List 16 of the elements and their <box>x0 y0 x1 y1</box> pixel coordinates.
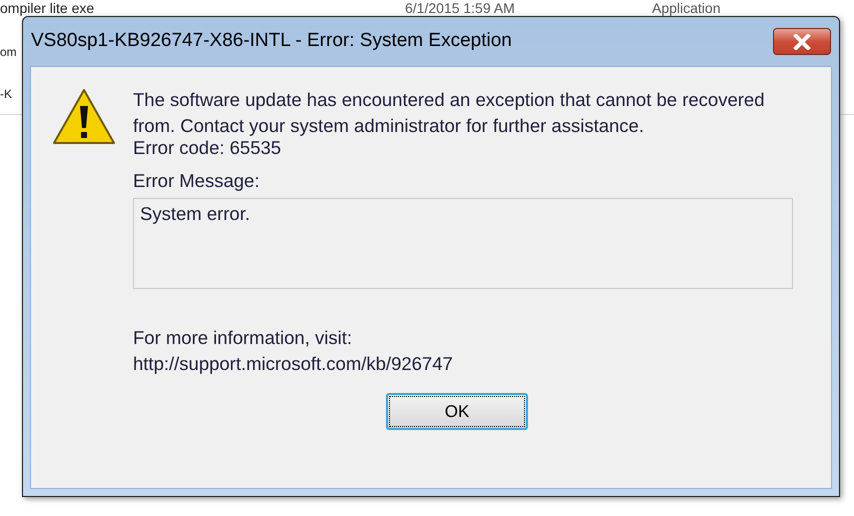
file-name: ompiler lite exe <box>0 0 94 16</box>
error-code-text: Error code: 65535 <box>133 136 282 160</box>
file-name: om <box>0 44 17 60</box>
error-message-field[interactable]: System error. <box>133 198 793 289</box>
close-button[interactable] <box>773 28 831 55</box>
support-link[interactable]: http://support.microsoft.com/kb/926747 <box>133 351 453 377</box>
file-type: Application <box>652 0 720 16</box>
error-message-text: The software update has encountered an exception that cannot be recovered from. Contact your system administrator for further assistance. <box>133 88 766 138</box>
info-text: For more information, visit: <box>133 326 353 350</box>
close-icon <box>792 34 812 50</box>
file-date: 6/1/2015 1:59 AM <box>405 0 515 16</box>
error-message-label: Error Message: <box>133 169 260 193</box>
window-title: VS80sp1-KB926747-X86-INTL - Error: System Exception <box>31 29 512 54</box>
warning-icon <box>52 88 116 146</box>
file-name: -K <box>0 86 12 102</box>
ok-button[interactable]: OK <box>386 393 528 430</box>
